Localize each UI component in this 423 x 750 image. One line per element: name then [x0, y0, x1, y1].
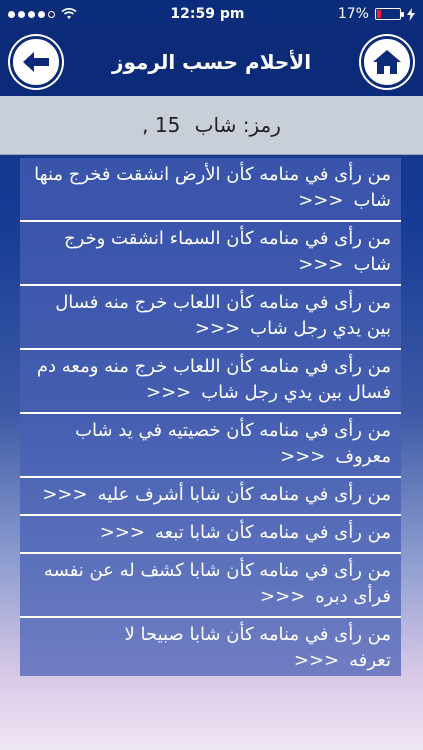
dream-text: من رأى في منامه كأن شابا تبعه: [154, 522, 391, 543]
home-button[interactable]: [361, 36, 413, 88]
dream-text: من رأى في منامه كأن شابا كشف له عن نفسه …: [43, 560, 391, 607]
symbol-count: , 15: [142, 113, 181, 137]
dream-list-item[interactable]: من رأى في منامه كأن اللعاب خرج منه ومعه …: [20, 350, 401, 414]
battery-fill: [376, 10, 381, 18]
signal-strength-icon: [8, 10, 55, 18]
dream-text: من رأى في منامه كأن اللعاب خرج منه ومعه …: [36, 356, 391, 403]
dream-list-item[interactable]: من رأى في منامه كأن اللعاب خرج منه فسال …: [20, 286, 401, 350]
dream-text: من رأى في منامه كأن شابا صبيحا لا تعرفه: [124, 624, 391, 671]
back-button[interactable]: [10, 36, 62, 88]
more-marker: >>>: [298, 190, 344, 211]
status-bar: 12:59 pm 17%: [0, 0, 423, 28]
dream-list-item[interactable]: من رأى في منامه كأن شابا أشرف عليه >>>: [20, 478, 401, 516]
more-marker: >>>: [260, 586, 306, 607]
more-marker: >>>: [280, 446, 326, 467]
dream-list: من رأى في منامه كأن الأرض انشقت فخرج منه…: [20, 158, 401, 676]
dream-list-item[interactable]: من رأى في منامه كأن الأرض انشقت فخرج منه…: [20, 158, 401, 222]
symbol-bar: رمز: شاب , 15: [0, 96, 423, 155]
wifi-icon: [61, 8, 77, 19]
dream-list-item[interactable]: من رأى في منامه كأن شابا تبعه >>>: [20, 516, 401, 554]
page-title: الأحلام حسب الرموز: [111, 50, 312, 74]
more-marker: >>>: [293, 650, 340, 671]
symbol-label: رمز:: [242, 113, 281, 137]
dream-text: من رأى في منامه كأن خصيتيه في يد شاب معر…: [75, 420, 391, 467]
symbol-name: شاب: [194, 113, 237, 137]
more-marker: >>>: [145, 382, 192, 403]
header: الأحلام حسب الرموز: [0, 28, 423, 97]
charging-icon: [406, 7, 415, 21]
clock: 12:59 pm: [170, 6, 245, 22]
more-marker: >>>: [99, 522, 145, 543]
more-marker: >>>: [42, 484, 88, 505]
dream-list-item[interactable]: من رأى في منامه كأن شابا صبيحا لا تعرفه>…: [20, 618, 401, 676]
dream-text: من رأى في منامه كأن شابا أشرف عليه: [97, 484, 391, 505]
dream-list-item[interactable]: من رأى في منامه كأن خصيتيه في يد شاب معر…: [20, 414, 401, 478]
battery-icon: [374, 8, 404, 20]
more-marker: >>>: [194, 318, 241, 339]
dream-list-item[interactable]: من رأى في منامه كأن السماء انشقت وخرج شا…: [20, 222, 401, 286]
home-icon: [373, 50, 401, 74]
status-left: [8, 8, 77, 20]
status-right: 17%: [338, 6, 415, 22]
arrow-left-icon: [23, 52, 49, 72]
battery-percent: 17%: [337, 6, 369, 22]
more-marker: >>>: [298, 254, 344, 275]
dream-list-item[interactable]: من رأى في منامه كأن شابا كشف له عن نفسه …: [20, 554, 401, 618]
